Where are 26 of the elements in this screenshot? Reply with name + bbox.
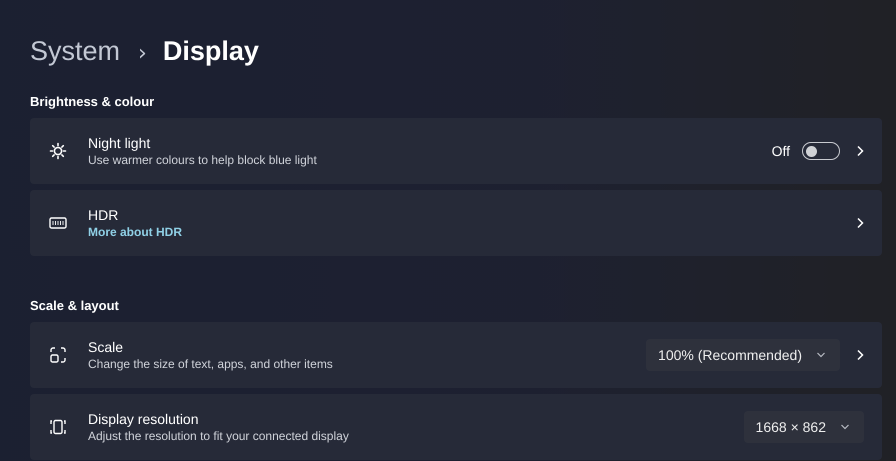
breadcrumb-link[interactable]: System (30, 36, 120, 67)
sun-icon (48, 141, 68, 161)
section-heading: Brightness & colour (30, 94, 156, 109)
setting-description: Use warmer colours to help block blue light (88, 153, 318, 167)
settings-card[interactable]: Night light Use warmer colours to help block blue light Off (30, 118, 882, 184)
section-heading: Scale & layout (30, 298, 120, 313)
setting-description: Adjust the resolution to fit your connected display (88, 429, 350, 443)
dropdown[interactable]: 1668 × 862 (744, 411, 864, 443)
setting-title: Scale (88, 339, 124, 355)
scale-icon (48, 345, 68, 365)
toggle-state-label: Off (772, 143, 790, 159)
settings-card[interactable]: HDR More about HDR (30, 190, 882, 256)
more-link[interactable]: More about HDR (88, 225, 182, 239)
breadcrumb-separator: › (138, 41, 147, 66)
setting-title: HDR (88, 207, 120, 223)
page-title: Display (162, 36, 259, 67)
settings-card[interactable]: Display resolution Adjust the resolution to fit your connected display 1668 × 862 (30, 394, 882, 460)
setting-description: Change the size of text, apps, and other items (88, 357, 334, 371)
dropdown[interactable]: 100% (Recommended) (646, 339, 840, 371)
resolution-icon (48, 417, 68, 437)
setting-title: Display resolution (88, 411, 200, 427)
caret-icon (816, 352, 826, 358)
caret-icon (840, 424, 850, 430)
toggle-switch[interactable] (802, 142, 840, 160)
settings-card[interactable]: Scale Change the size of text, apps, and other items 100% (Recommended) (30, 322, 882, 388)
setting-title: Night light (88, 135, 152, 151)
